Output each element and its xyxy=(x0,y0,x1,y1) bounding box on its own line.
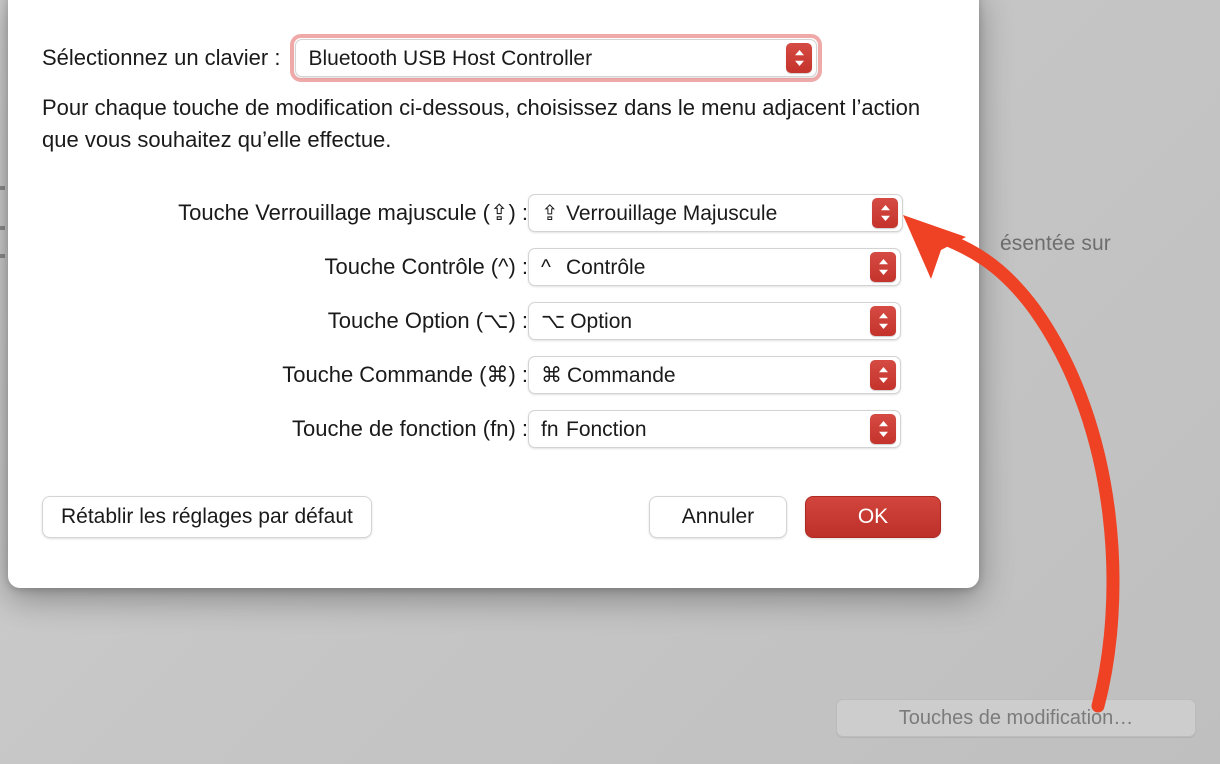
cancel-button[interactable]: Annuler xyxy=(649,496,787,538)
modifier-row-function-value: fn Fonction xyxy=(529,419,647,440)
modifier-row-option-dropdown[interactable]: ⌥ Option xyxy=(528,302,901,340)
modifier-row-command-value-text: Commande xyxy=(567,363,676,387)
keyboard-selector-value: Bluetooth USB Host Controller xyxy=(308,46,593,70)
modifier-row-command: Touche Commande (⌘) : ⌘ Commande xyxy=(8,350,979,404)
modifier-row-control: Touche Contrôle (^) : ^ Contrôle xyxy=(8,242,979,296)
modifier-row-command-value: ⌘ Commande xyxy=(529,365,676,386)
modifier-row-control-value: ^ Contrôle xyxy=(529,257,645,278)
modifier-row-control-label: Touche Contrôle (^) : xyxy=(324,254,528,279)
modifier-keys-button-label: Touches de modification… xyxy=(898,706,1134,729)
keyboard-selector-row: Sélectionnez un clavier : Bluetooth USB … xyxy=(42,34,823,82)
dialog-footer: Rétablir les réglages par défaut Annuler… xyxy=(8,496,979,540)
keyboard-selector-label: Sélectionnez un clavier : xyxy=(42,45,281,70)
option-glyph-icon: ⌥ xyxy=(541,309,566,333)
modifier-row-option-value: ⌥ Option xyxy=(529,311,632,332)
background-edge-marks xyxy=(0,180,7,300)
modifier-row-function: Touche de fonction (fn) : fn Fonction xyxy=(8,404,979,458)
modifier-row-control-value-text: Contrôle xyxy=(566,255,646,279)
ok-button[interactable]: OK xyxy=(805,496,941,538)
modifier-row-capslock: Touche Verrouillage majuscule (⇪) : ⇪ Ver… xyxy=(8,188,979,242)
restore-defaults-button-label: Rétablir les réglages par défaut xyxy=(61,505,353,528)
modifier-row-command-stepper-icon[interactable] xyxy=(870,360,896,390)
modifier-row-function-value-text: Fonction xyxy=(566,417,647,441)
modifier-row-capslock-label: Touche Verrouillage majuscule (⇪) : xyxy=(178,200,528,225)
modifier-row-option: Touche Option (⌥) : ⌥ Option xyxy=(8,296,979,350)
keyboard-selector-focus-ring: Bluetooth USB Host Controller xyxy=(290,34,823,82)
modifier-row-control-stepper-icon[interactable] xyxy=(870,252,896,282)
modifier-row-command-label: Touche Commande (⌘) : xyxy=(282,362,528,387)
screen: ésentée sur Touches de modification… Sél… xyxy=(0,0,1220,764)
modifier-row-capslock-value: ⇪ Verrouillage Majuscule xyxy=(529,203,777,224)
keyboard-selector-dropdown[interactable]: Bluetooth USB Host Controller xyxy=(295,39,818,77)
restore-defaults-button[interactable]: Rétablir les réglages par défaut xyxy=(42,496,372,538)
modifier-row-function-label: Touche de fonction (fn) : xyxy=(291,416,528,441)
ok-button-label: OK xyxy=(857,505,889,528)
modifier-row-function-stepper-icon[interactable] xyxy=(870,414,896,444)
background-partial-text: ésentée sur xyxy=(1000,232,1111,255)
function-glyph-icon: fn xyxy=(541,417,559,441)
command-glyph-icon: ⌘ xyxy=(541,363,562,387)
keyboard-selector-stepper-icon[interactable] xyxy=(786,43,813,73)
cancel-button-label: Annuler xyxy=(681,505,755,528)
control-glyph-icon: ^ xyxy=(541,255,551,279)
capslock-glyph-icon: ⇪ xyxy=(541,201,559,225)
modifier-rows-list: Touche Verrouillage majuscule (⇪) : ⇪ Ver… xyxy=(8,188,979,458)
modifier-row-control-dropdown[interactable]: ^ Contrôle xyxy=(528,248,901,286)
modifier-keys-button[interactable]: Touches de modification… xyxy=(836,699,1196,737)
modifier-row-option-value-text: Option xyxy=(570,309,633,333)
modifier-row-option-stepper-icon[interactable] xyxy=(870,306,896,336)
modifier-keys-dialog: Sélectionnez un clavier : Bluetooth USB … xyxy=(8,0,979,588)
modifier-row-capslock-dropdown[interactable]: ⇪ Verrouillage Majuscule xyxy=(528,194,903,232)
modifier-row-command-dropdown[interactable]: ⌘ Commande xyxy=(528,356,901,394)
instructions-text: Pour chaque touche de modification ci-de… xyxy=(42,95,921,152)
modifier-row-option-label: Touche Option (⌥) : xyxy=(327,308,528,333)
modifier-row-capslock-stepper-icon[interactable] xyxy=(872,198,898,228)
modifier-row-capslock-value-text: Verrouillage Majuscule xyxy=(566,201,778,225)
modifier-row-function-dropdown[interactable]: fn Fonction xyxy=(528,410,901,448)
